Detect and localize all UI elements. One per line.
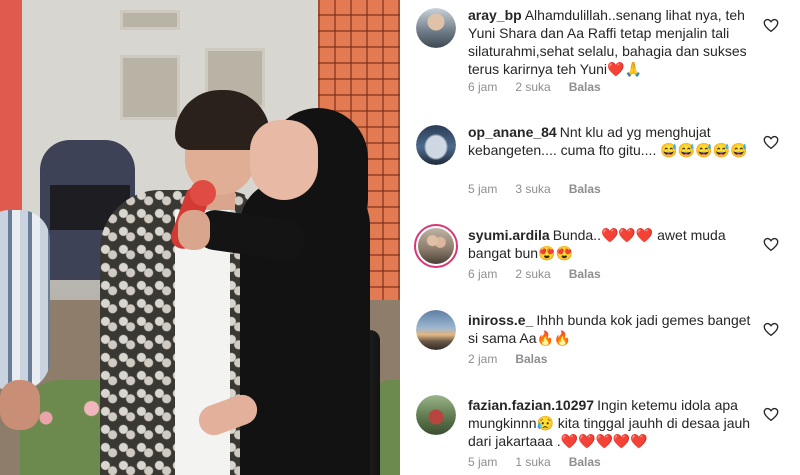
microphone-head [190,180,216,206]
comment-body: syumi.ardila Bunda..❤️❤️❤️ awet muda bang… [468,226,758,262]
comment-time[interactable]: 6 jam [468,267,497,281]
comment-username[interactable]: syumi.ardila [468,227,550,243]
comment-body: iniross.e_ Ihhh bunda kok jadi gemes bang… [468,311,758,347]
comment-likes[interactable]: 3 suka [515,182,550,196]
comment-time[interactable]: 5 jam [468,455,497,469]
heart-outline-icon[interactable] [762,235,780,253]
comment-meta: 5 jam 3 suka Balas [468,182,619,196]
avatar-with-story[interactable] [414,224,458,268]
comment-time[interactable]: 6 jam [468,80,497,94]
heart-outline-icon[interactable] [762,133,780,151]
wall-niche [120,55,180,120]
reply-button[interactable]: Balas [569,455,601,469]
person-flannel-shirt [0,210,50,390]
avatar[interactable] [416,395,456,435]
comment-body: aray_bp Alhamdulillah..senang lihat nya, … [468,6,758,78]
avatar-image [416,8,456,48]
post-photo [0,0,400,475]
reply-button[interactable]: Balas [515,352,547,366]
heart-outline-icon[interactable] [762,405,780,423]
person-hand [0,380,40,430]
comment-username[interactable]: fazian.fazian.10297 [468,397,594,413]
comment-username[interactable]: iniross.e_ [468,312,533,328]
comment-likes[interactable]: 1 suka [515,455,550,469]
avatar[interactable] [416,310,456,350]
heart-outline-icon[interactable] [762,16,780,34]
woman-face [250,120,318,200]
avatar-image [418,228,454,264]
comment-username[interactable]: op_anane_84 [468,124,557,140]
comment-time[interactable]: 5 jam [468,182,497,196]
comment-meta: 5 jam 1 suka Balas [468,455,619,469]
avatar-image [416,310,456,350]
comment-body: fazian.fazian.10297 Ingin ketemu idola ap… [468,396,758,450]
avatar[interactable] [416,8,456,48]
comment-likes[interactable]: 2 suka [515,267,550,281]
avatar-image [416,395,456,435]
comments-panel: aray_bp Alhamdulillah..senang lihat nya, … [400,0,800,475]
comment-meta: 6 jam 2 suka Balas [468,80,619,94]
comment-meta: 6 jam 2 suka Balas [468,267,619,281]
comment-meta: 2 jam Balas [468,352,565,366]
reply-button[interactable]: Balas [569,182,601,196]
wall-niche [120,10,180,30]
comment-likes[interactable]: 2 suka [515,80,550,94]
avatar[interactable] [416,125,456,165]
comment-username[interactable]: aray_bp [468,7,522,23]
reply-button[interactable]: Balas [569,80,601,94]
comment-time[interactable]: 2 jam [468,352,497,366]
man-hand [178,210,210,250]
reply-button[interactable]: Balas [569,267,601,281]
comment-body: op_anane_84 Nnt klu ad yg menghujat keban… [468,123,758,159]
avatar-image [416,125,456,165]
heart-outline-icon[interactable] [762,320,780,338]
